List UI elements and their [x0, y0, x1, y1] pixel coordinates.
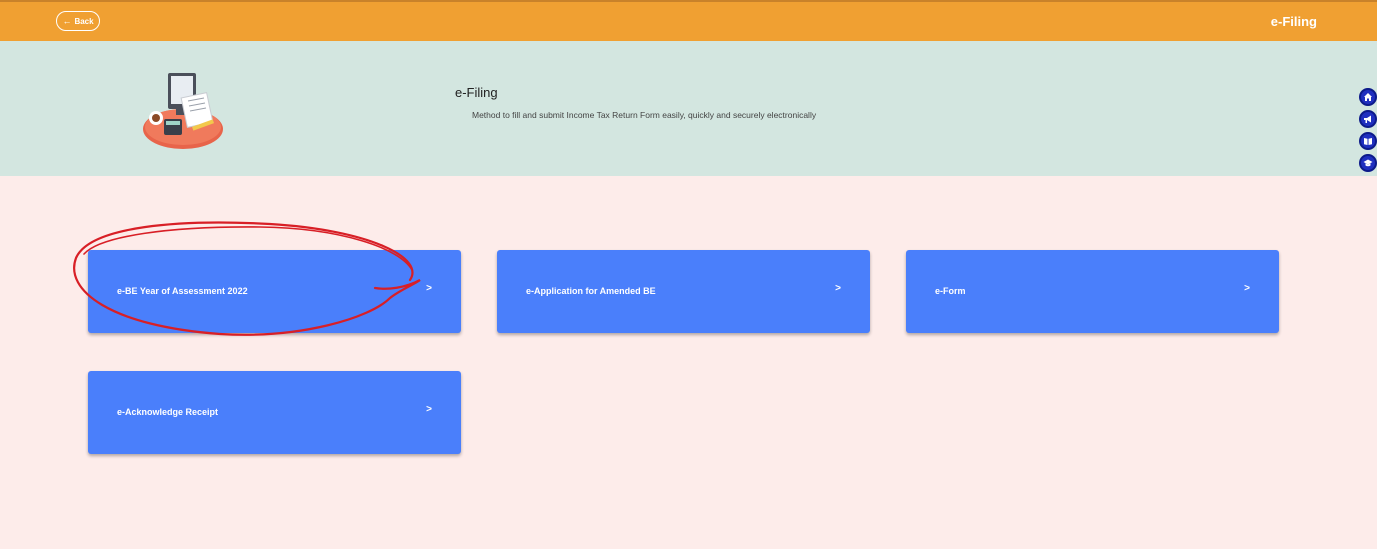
- book-icon: [1364, 138, 1372, 145]
- card-e-acknowledge-receipt[interactable]: e-Acknowledge Receipt >: [88, 371, 461, 454]
- chevron-right-icon: >: [426, 283, 432, 294]
- card-label: e-BE Year of Assessment 2022: [117, 286, 248, 296]
- chevron-right-icon: >: [426, 404, 432, 415]
- card-e-form[interactable]: e-Form >: [906, 250, 1279, 333]
- back-button[interactable]: ← Back: [56, 11, 100, 31]
- card-ebe-year-of-assessment[interactable]: e-BE Year of Assessment 2022 >: [88, 250, 461, 333]
- banner-title: e-Filing: [455, 85, 498, 100]
- banner: e-Filing Method to fill and submit Incom…: [0, 41, 1377, 176]
- top-bar: ← Back e-Filing: [0, 0, 1377, 41]
- back-label: Back: [74, 16, 94, 26]
- efiling-illustration-icon: [143, 73, 223, 149]
- card-e-application-amended-be[interactable]: e-Application for Amended BE >: [497, 250, 870, 333]
- side-nav-announcements[interactable]: [1359, 110, 1377, 128]
- home-icon: [1364, 93, 1372, 101]
- card-label: e-Acknowledge Receipt: [117, 407, 219, 417]
- side-nav: [1357, 88, 1377, 176]
- chevron-right-icon: >: [835, 283, 841, 294]
- back-arrow-icon: ←: [62, 15, 72, 26]
- graduation-cap-icon: [1363, 159, 1373, 167]
- page-title: e-Filing: [1270, 14, 1317, 29]
- side-nav-education[interactable]: [1359, 154, 1377, 172]
- megaphone-icon: [1364, 115, 1371, 123]
- card-label: e-Application for Amended BE: [526, 286, 656, 296]
- card-label: e-Form: [935, 286, 966, 296]
- chevron-right-icon: >: [1244, 283, 1250, 294]
- side-nav-home[interactable]: [1359, 88, 1377, 106]
- banner-subtitle: Method to fill and submit Income Tax Ret…: [472, 110, 817, 120]
- side-nav-guide[interactable]: [1359, 132, 1377, 150]
